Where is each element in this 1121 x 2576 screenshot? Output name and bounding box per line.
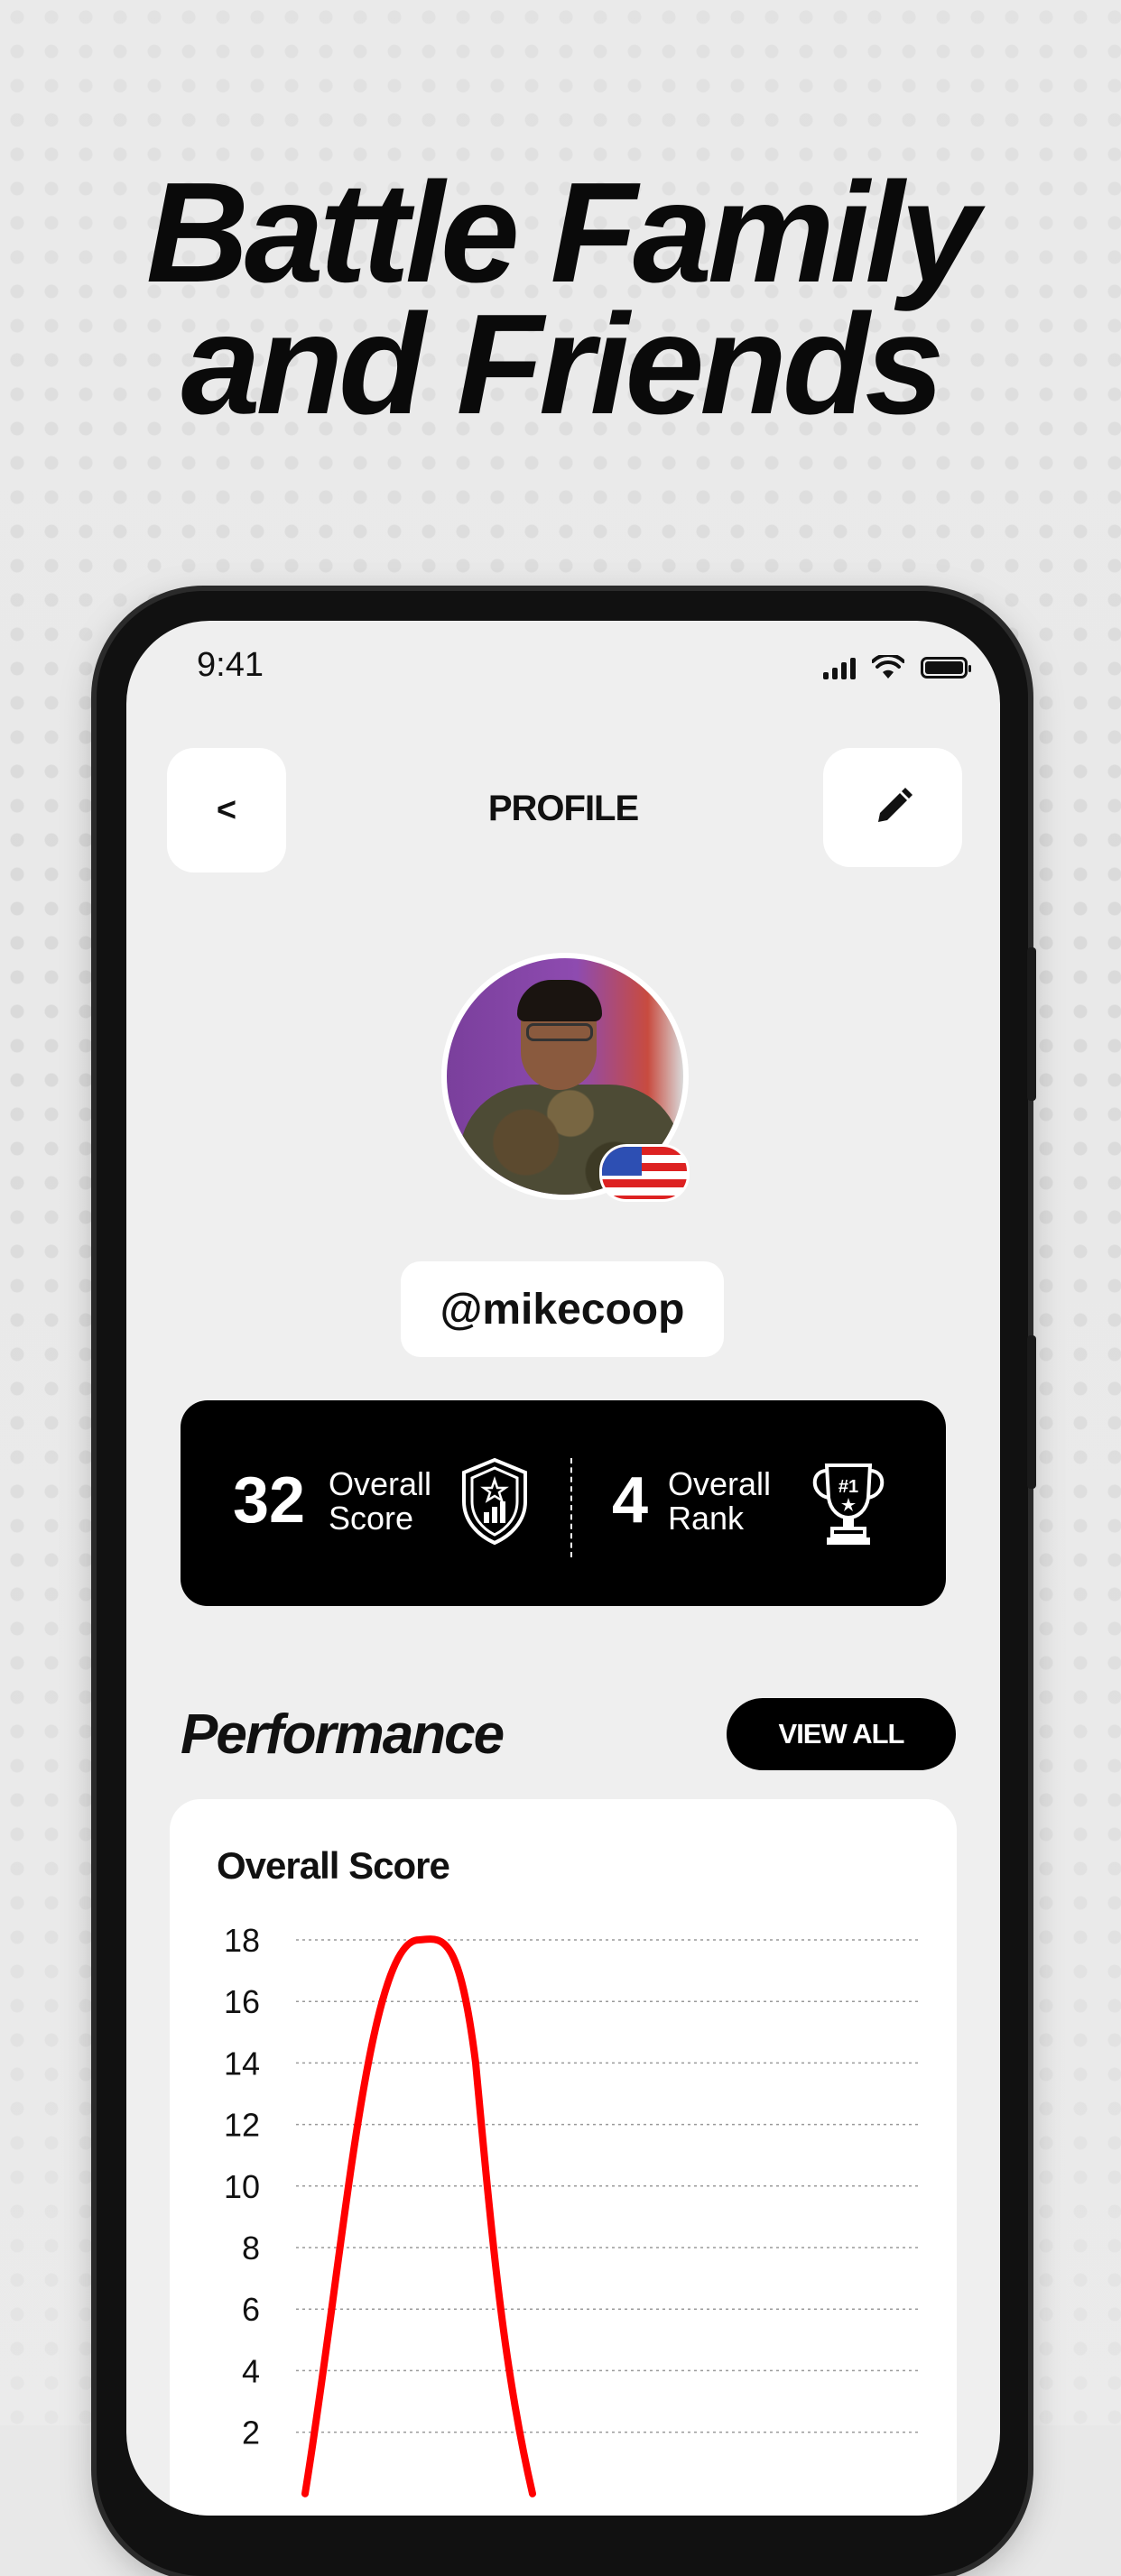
phone-screen: 9:41 < PROFILE @mikecoop 32 Overall Scor… [126,621,1000,2516]
profile-avatar[interactable] [441,953,690,1202]
view-all-button[interactable]: VIEW ALL [727,1698,956,1770]
y-tick-label: 2 [242,2414,260,2451]
wifi-icon [872,655,904,679]
chart-plot: 18 16 14 12 10 8 6 4 2 [224,1922,919,2498]
shield-score-icon [462,1457,527,1546]
overall-score-label: Overall Score [329,1465,432,1537]
performance-heading: Performance [181,1703,505,1766]
y-tick-label: 16 [224,1983,260,2020]
us-flag-icon [599,1144,690,1202]
stats-card: 32 Overall Score 4 Overall Rank #1 [181,1400,946,1606]
y-tick-label: 18 [224,1922,260,1959]
y-tick-label: 4 [242,2352,260,2389]
overall-rank-label: Overall Rank [668,1465,772,1537]
status-icons [823,655,971,680]
y-tick-label: 6 [242,2291,260,2328]
chart-series-line [301,1935,536,2498]
headline-line-1: Battle Family [145,153,979,312]
y-tick-label: 12 [224,2107,260,2144]
trophy-rank-badge: #1 [838,1477,858,1497]
cellular-signal-icon [823,656,856,679]
status-time: 9:41 [197,646,264,684]
overall-rank-value: 4 [612,1464,649,1537]
y-tick-label: 10 [224,2168,260,2205]
phone-side-button [1027,1335,1036,1489]
overall-score-value: 32 [233,1464,306,1537]
battery-icon [921,657,971,679]
overall-score-chart: Overall Score 18 16 14 12 10 8 6 4 2 [170,1799,957,2516]
y-tick-label: 8 [242,2230,260,2267]
username-label: @mikecoop [401,1261,724,1357]
stats-divider [570,1458,572,1557]
edit-profile-button[interactable] [823,748,962,867]
phone-side-button [1027,947,1036,1101]
pencil-icon [878,788,913,822]
trophy-icon: #1 [812,1463,885,1545]
promo-headline: Battle Family and Friends [0,153,1121,444]
headline-line-2: and Friends [181,285,944,444]
y-tick-label: 14 [224,2045,260,2082]
